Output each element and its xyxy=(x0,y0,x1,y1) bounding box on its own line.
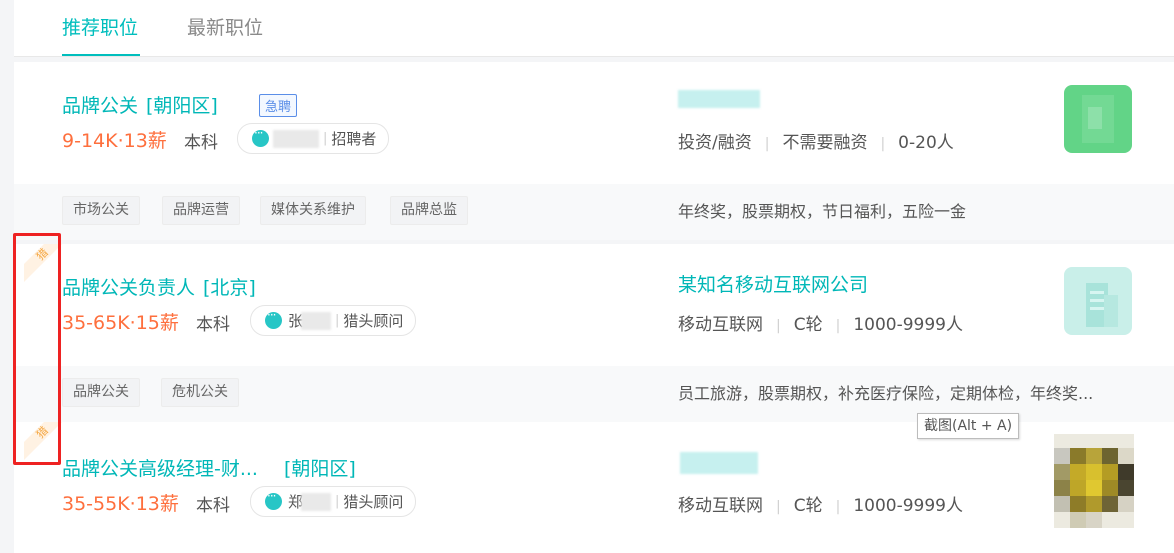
job-card-footer: 市场公关 品牌运营 媒体关系维护 品牌总监 年终奖，股票期权，节日福利，五险一金 xyxy=(14,184,1174,240)
job-title[interactable]: 品牌公关 [朝阳区] xyxy=(62,91,218,118)
recruiter-role: 猎头顾问 xyxy=(343,493,404,511)
salary: 9-14K·13薪 xyxy=(62,130,167,152)
job-title-text: 品牌公关高级经理-财... xyxy=(62,458,258,480)
tab-recommended[interactable]: 推荐职位 xyxy=(62,13,138,40)
company-logo-image xyxy=(1064,85,1132,153)
job-card-main: 猎 品牌公关负责人[北京] 35-65K·15薪 本科 张 | 猎头顾问 某知名… xyxy=(14,244,1174,366)
recruiter-chip[interactable]: 郑 | 猎头顾问 xyxy=(250,486,417,517)
blurred-name xyxy=(301,492,332,511)
job-tag: 品牌总监 xyxy=(390,196,468,225)
job-area: [北京] xyxy=(203,277,256,299)
industry: 移动互联网 xyxy=(678,496,763,516)
job-area: [朝阳区] xyxy=(283,458,356,480)
chat-icon xyxy=(265,489,282,510)
company-name-blurred[interactable] xyxy=(678,90,760,108)
company-logo[interactable] xyxy=(1064,85,1132,153)
chat-icon xyxy=(252,126,269,147)
pixelated-logo-image xyxy=(1054,434,1134,528)
job-card-main: 品牌公关[朝阳区] 急聘 9-14K·13薪 本科 | 招聘者 投资/融资|不需… xyxy=(14,62,1174,184)
job-title-text: 品牌公关 xyxy=(62,95,139,117)
company-meta: 投资/融资 | 不需要融资 | 0-20人 xyxy=(678,133,954,153)
divider: | xyxy=(335,494,340,509)
divider: | xyxy=(323,131,328,146)
tab-bar: 推荐职位 最新职位 xyxy=(14,0,1174,57)
funding-stage: C轮 xyxy=(793,315,823,335)
salary: 35-55K·13薪 xyxy=(62,493,179,515)
job-card[interactable]: 猎 品牌公关高级经理-财...[朝阳区] 35-55K·13薪 本科 郑 | 猎… xyxy=(14,422,1174,553)
industry: 投资/融资 xyxy=(678,133,752,153)
job-tag: 危机公关 xyxy=(161,378,239,407)
job-tag: 市场公关 xyxy=(62,196,140,225)
degree: 本科 xyxy=(196,315,230,335)
welfare-text: 年终奖，股票期权，节日福利，五险一金 xyxy=(678,202,967,221)
company-size: 1000-9999人 xyxy=(853,315,963,335)
building-icon xyxy=(1064,267,1132,335)
urgent-badge: 急聘 xyxy=(259,94,298,117)
company-logo[interactable] xyxy=(1064,267,1132,335)
job-title[interactable]: 品牌公关负责人 [北京] xyxy=(62,273,256,300)
blurred-name xyxy=(273,129,319,148)
company-meta: 移动互联网 | C轮 | 1000-9999人 xyxy=(678,496,963,516)
company-size: 0-20人 xyxy=(898,133,954,153)
screenshot-tooltip: 截图(Alt + A) xyxy=(917,413,1020,439)
recruiter-chip[interactable]: | 招聘者 xyxy=(237,123,390,154)
welfare-text: 员工旅游，股票期权，补充医疗保险，定期体检，年终奖... xyxy=(678,384,1094,403)
funding-stage: 不需要融资 xyxy=(782,133,868,153)
job-tag: 品牌公关 xyxy=(62,378,140,407)
company-logo[interactable] xyxy=(1054,434,1134,528)
company-meta: 移动互联网 | C轮 | 1000-9999人 xyxy=(678,315,963,335)
divider: | xyxy=(335,313,340,328)
recruiter-chip[interactable]: 张 | 猎头顾问 xyxy=(250,305,417,336)
chat-icon xyxy=(265,308,282,329)
job-card-main: 猎 品牌公关高级经理-财...[朝阳区] 35-55K·13薪 本科 郑 | 猎… xyxy=(14,422,1174,553)
tab-latest[interactable]: 最新职位 xyxy=(187,13,263,40)
job-tag: 品牌运营 xyxy=(162,196,240,225)
company-name[interactable]: 某知名移动互联网公司 xyxy=(678,270,868,297)
job-card[interactable]: 品牌公关[朝阳区] 急聘 9-14K·13薪 本科 | 招聘者 投资/融资|不需… xyxy=(14,62,1174,240)
job-card[interactable]: 猎 品牌公关负责人[北京] 35-65K·15薪 本科 张 | 猎头顾问 某知名… xyxy=(14,244,1174,422)
degree: 本科 xyxy=(196,496,230,516)
salary: 35-65K·15薪 xyxy=(62,312,179,334)
job-tag: 媒体关系维护 xyxy=(260,196,366,225)
job-title-text: 品牌公关负责人 xyxy=(62,277,196,299)
job-title[interactable]: 品牌公关高级经理-财... [朝阳区] xyxy=(62,454,356,481)
company-name-blurred[interactable] xyxy=(680,452,758,474)
industry: 移动互联网 xyxy=(678,315,763,335)
job-list-page: 推荐职位 最新职位 品牌公关 [朝阳区] 急聘 9-14K·13薪 本科 | 招聘… xyxy=(14,0,1174,553)
company-size: 1000-9999人 xyxy=(853,496,963,516)
active-tab-indicator xyxy=(62,54,140,56)
recruiter-role: 招聘者 xyxy=(331,130,377,148)
recruiter-role: 猎头顾问 xyxy=(343,312,404,330)
funding-stage: C轮 xyxy=(793,496,823,516)
degree: 本科 xyxy=(184,133,218,153)
highlight-box xyxy=(13,233,61,465)
blurred-name xyxy=(301,311,332,330)
job-area: [朝阳区] xyxy=(146,95,218,117)
